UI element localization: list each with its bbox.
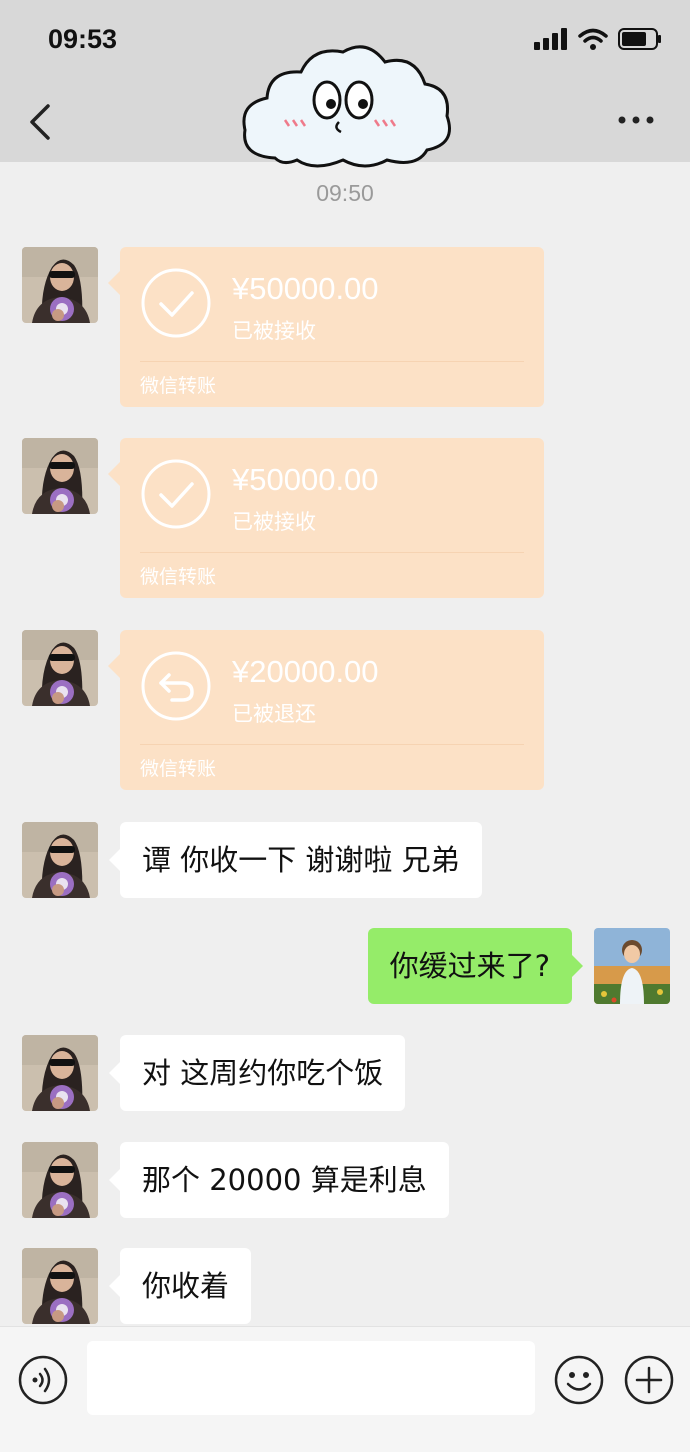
transfer-label: 微信转账 xyxy=(140,758,217,780)
friend-avatar[interactable] xyxy=(22,1248,98,1324)
emoji-icon[interactable] xyxy=(554,1355,604,1405)
chat-header: 09:53 xyxy=(0,0,690,168)
plus-icon[interactable] xyxy=(624,1355,674,1405)
transfer-card[interactable]: ¥20000.00 已被退还 微信转账 xyxy=(108,630,544,790)
transfer-divider xyxy=(140,744,524,745)
check-circle-icon xyxy=(141,459,211,529)
transfer-amount: ¥50000.00 xyxy=(232,271,379,306)
transfer-label: 微信转账 xyxy=(140,566,217,588)
my-avatar[interactable] xyxy=(594,928,670,1004)
input-bar xyxy=(0,1326,690,1452)
battery-icon xyxy=(618,28,661,50)
transfer-amount: ¥50000.00 xyxy=(232,462,379,497)
friend-avatar[interactable] xyxy=(22,1035,98,1111)
message-timestamp: 09:50 xyxy=(316,180,374,206)
voice-icon[interactable] xyxy=(18,1355,68,1405)
status-time: 09:53 xyxy=(48,24,118,54)
message-bubble[interactable]: 对 这周约你吃个饭 xyxy=(108,1035,406,1111)
cellular-signal-icon xyxy=(534,28,567,50)
more-options-icon[interactable] xyxy=(616,110,656,130)
return-circle-icon xyxy=(141,651,211,721)
wifi-icon xyxy=(578,28,608,50)
friend-avatar[interactable] xyxy=(22,630,98,706)
message-bubble[interactable]: 你收着 xyxy=(108,1248,252,1324)
transfer-status: 已被接收 xyxy=(232,319,316,343)
transfer-divider xyxy=(140,552,524,553)
friend-avatar[interactable] xyxy=(22,438,98,514)
transfer-status: 已被退还 xyxy=(232,702,316,726)
friend-avatar[interactable] xyxy=(22,822,98,898)
transfer-card[interactable]: ¥50000.00 已被接收 微信转账 xyxy=(108,247,544,407)
transfer-amount: ¥20000.00 xyxy=(232,654,379,689)
contact-cloud-avatar[interactable] xyxy=(235,40,455,170)
transfer-card[interactable]: ¥50000.00 已被接收 微信转账 xyxy=(108,438,544,598)
transfer-status: 已被接收 xyxy=(232,510,316,534)
friend-avatar[interactable] xyxy=(22,247,98,323)
my-message-bubble[interactable]: 你缓过来了? xyxy=(367,928,584,1004)
message-bubble[interactable]: 谭 你收一下 谢谢啦 兄弟 xyxy=(109,822,482,898)
transfer-divider xyxy=(140,361,524,362)
message-input[interactable] xyxy=(87,1341,535,1415)
back-chevron-icon[interactable] xyxy=(26,100,56,144)
status-icons xyxy=(534,28,662,50)
friend-avatar[interactable] xyxy=(22,1142,98,1218)
transfer-label: 微信转账 xyxy=(140,375,217,397)
message-bubble[interactable]: 那个 20000 算是利息 xyxy=(109,1142,449,1218)
check-circle-icon xyxy=(141,268,211,338)
